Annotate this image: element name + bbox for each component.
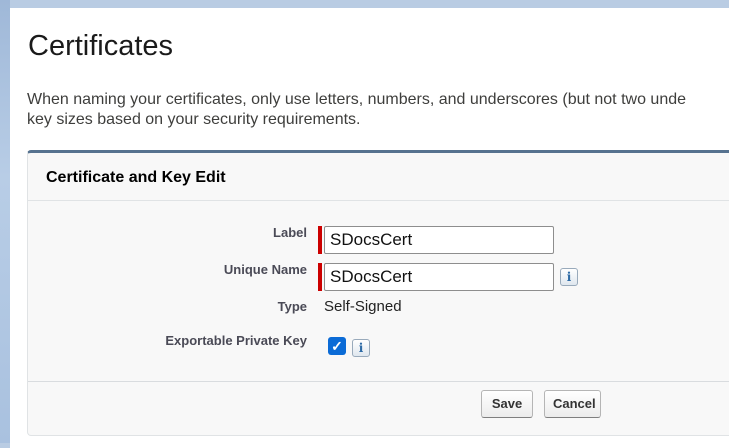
page-content: Certificates When naming your certificat…	[10, 8, 729, 448]
section-header: Certificate and Key Edit	[28, 153, 729, 201]
required-marker	[318, 263, 322, 291]
label-input[interactable]	[324, 226, 554, 254]
type-value: Self-Signed	[324, 298, 402, 315]
cancel-button[interactable]: Cancel	[544, 390, 601, 418]
intro-text: When naming your certificates, only use …	[27, 90, 729, 130]
button-bar: Save Cancel	[28, 381, 729, 436]
section-title: Certificate and Key Edit	[46, 169, 226, 186]
intro-line-1: When naming your certificates, only use …	[27, 91, 687, 108]
type-field-label: Type	[277, 299, 307, 314]
exportable-key-info-icon[interactable]: i	[352, 339, 370, 357]
exportable-key-field-label: Exportable Private Key	[165, 333, 307, 348]
certificate-edit-section: Certificate and Key Edit Label Unique Na…	[27, 150, 729, 436]
unique-name-input[interactable]	[324, 263, 554, 291]
page-title: Certificates	[28, 30, 174, 62]
required-marker	[318, 226, 322, 254]
label-field-label: Label	[273, 225, 307, 240]
unique-name-field-label: Unique Name	[223, 262, 307, 277]
exportable-key-checkbox[interactable]: ✓	[328, 337, 346, 355]
unique-name-info-icon[interactable]: i	[560, 268, 578, 286]
background-pattern	[0, 0, 10, 443]
intro-line-2: key sizes based on your security require…	[27, 111, 361, 128]
save-button[interactable]: Save	[481, 390, 533, 418]
